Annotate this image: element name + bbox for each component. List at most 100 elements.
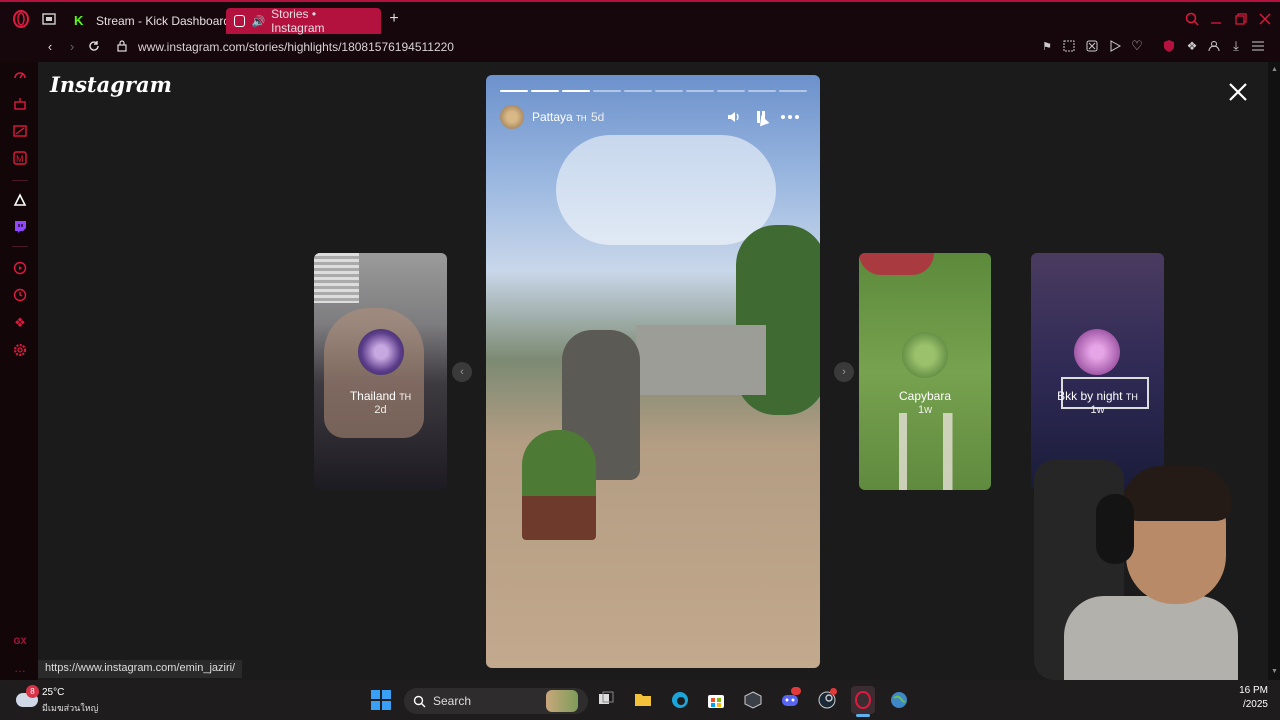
tab-label: Stories • Instagram xyxy=(271,7,325,35)
snapshot-icon[interactable] xyxy=(1062,39,1076,53)
steam-icon[interactable] xyxy=(816,688,838,710)
task-view-icon[interactable] xyxy=(597,690,615,708)
edge-icon[interactable] xyxy=(670,690,690,710)
weather-widget[interactable]: 8 25°C มีเมฆส่วนใหญ่ xyxy=(14,685,134,715)
story-title: Capybara xyxy=(898,389,952,403)
cloud-image xyxy=(556,135,776,245)
story-age: 2d xyxy=(374,404,387,416)
clock-date: /2025 xyxy=(1242,699,1268,710)
current-story[interactable] xyxy=(486,75,820,668)
gx-mods-icon[interactable]: M xyxy=(12,150,28,166)
hair-image xyxy=(1122,466,1232,521)
bookmark-pin-icon[interactable]: ⚑ xyxy=(1040,39,1054,53)
story-time: 5d xyxy=(591,110,605,124)
twitch-icon[interactable] xyxy=(12,219,28,235)
new-tab-button[interactable]: + xyxy=(386,10,402,28)
instagram-logo[interactable]: Instagram xyxy=(50,72,172,97)
speaker-icon[interactable]: 🔊 xyxy=(251,15,265,28)
opera-gx-taskbar-icon[interactable] xyxy=(851,686,875,714)
taskbar-clock[interactable]: 16 PM /2025 xyxy=(1222,685,1268,717)
progress-segment xyxy=(593,90,621,92)
next-story-button[interactable]: › xyxy=(834,362,854,382)
story-preview-thailand[interactable]: Thailand TH 2d xyxy=(314,253,447,490)
story-avatar xyxy=(1074,329,1120,375)
profile-icon[interactable] xyxy=(1207,39,1221,53)
story-avatar xyxy=(358,329,404,375)
globe-app-icon[interactable] xyxy=(889,690,909,710)
download-icon[interactable]: ⤓ xyxy=(1229,38,1243,53)
weather-badge: 8 xyxy=(26,685,39,698)
store-icon[interactable] xyxy=(706,690,726,710)
heart-icon[interactable]: ♡ xyxy=(1130,38,1144,53)
history-icon[interactable] xyxy=(12,287,28,303)
back-button[interactable]: ‹ xyxy=(43,39,57,54)
search-highlight-image xyxy=(546,690,578,712)
reload-button[interactable] xyxy=(87,39,101,53)
address-bar[interactable]: www.instagram.com/stories/highlights/180… xyxy=(138,40,454,54)
progress-segment xyxy=(624,90,652,92)
maximize-button[interactable] xyxy=(1233,11,1249,27)
close-icon[interactable] xyxy=(1226,80,1250,104)
easy-setup-menu-icon[interactable] xyxy=(1251,39,1265,53)
search-tabs-icon[interactable] xyxy=(1184,11,1200,27)
page-scrollbar[interactable]: ▲ ▼ xyxy=(1268,62,1280,680)
clock-time: 16 PM xyxy=(1239,685,1268,696)
scroll-up-arrow[interactable]: ▲ xyxy=(1271,66,1278,73)
progress-segment xyxy=(500,90,528,92)
extensions-icon[interactable]: ❖ xyxy=(1185,39,1199,53)
discord-badge xyxy=(791,687,801,695)
player-icon[interactable] xyxy=(1108,39,1122,53)
browser-tab-bar: K Stream - Kick Dashboard 🔊 Stories • In… xyxy=(0,0,1280,36)
tab-kick-dashboard[interactable]: K Stream - Kick Dashboard xyxy=(66,8,238,34)
avatar[interactable] xyxy=(500,105,524,129)
ublock-extension-icon[interactable] xyxy=(1162,38,1176,54)
story-title: Thailand TH xyxy=(349,389,412,403)
instagram-favicon-icon xyxy=(234,15,246,27)
close-window-button[interactable] xyxy=(1257,11,1273,27)
aria-icon[interactable] xyxy=(12,192,28,208)
more-options-icon[interactable] xyxy=(780,109,800,125)
tab-overview-icon[interactable] xyxy=(40,12,58,26)
story-username[interactable]: Pattaya TH xyxy=(532,110,587,124)
gx-control-icon[interactable] xyxy=(12,68,28,84)
progress-segment xyxy=(562,90,590,92)
taskbar-search-box[interactable]: Search xyxy=(404,688,588,714)
sidebar-divider xyxy=(12,180,28,181)
steam-badge xyxy=(830,688,837,695)
adblock-icon[interactable] xyxy=(1085,39,1099,53)
previous-story-button[interactable]: ‹ xyxy=(452,362,472,382)
tab-label: Stream - Kick Dashboard xyxy=(96,14,231,28)
gx-corner-icon[interactable] xyxy=(12,123,28,139)
story-age: 1w xyxy=(1090,404,1105,416)
blinds-image xyxy=(314,253,359,303)
windows-start-icon[interactable] xyxy=(370,689,392,711)
obs-icon[interactable] xyxy=(743,690,763,710)
planter-image xyxy=(522,430,596,540)
lock-icon[interactable] xyxy=(115,39,129,53)
sidebar-divider xyxy=(12,246,28,247)
extensions-sidebar-icon[interactable]: ❖ xyxy=(12,315,28,331)
player-sidebar-icon[interactable] xyxy=(12,260,28,276)
gx-cleaner-icon[interactable] xyxy=(12,96,28,112)
progress-segment xyxy=(686,90,714,92)
scroll-down-arrow[interactable]: ▼ xyxy=(1271,668,1278,675)
shoes-image xyxy=(887,413,967,490)
progress-segment xyxy=(655,90,683,92)
story-preview-capybara[interactable]: Capybara 1w xyxy=(859,253,991,490)
forward-button[interactable]: › xyxy=(65,39,79,54)
more-sidebar-icon[interactable]: … xyxy=(12,661,28,675)
progress-segment xyxy=(748,90,776,92)
weather-desc: มีเมฆส่วนใหญ่ xyxy=(42,703,99,713)
mute-icon[interactable] xyxy=(726,109,742,125)
discord-icon[interactable] xyxy=(779,687,801,710)
building-image xyxy=(636,325,766,395)
progress-segment xyxy=(531,90,559,92)
active-app-indicator xyxy=(856,714,870,717)
shirt-image xyxy=(1064,596,1238,680)
rug-image xyxy=(859,253,934,275)
settings-gear-icon[interactable] xyxy=(12,342,28,358)
tab-instagram-stories[interactable]: 🔊 Stories • Instagram xyxy=(226,7,381,35)
file-explorer-icon[interactable] xyxy=(633,690,653,708)
opera-menu-icon[interactable] xyxy=(12,10,30,28)
minimize-button[interactable] xyxy=(1208,11,1224,27)
